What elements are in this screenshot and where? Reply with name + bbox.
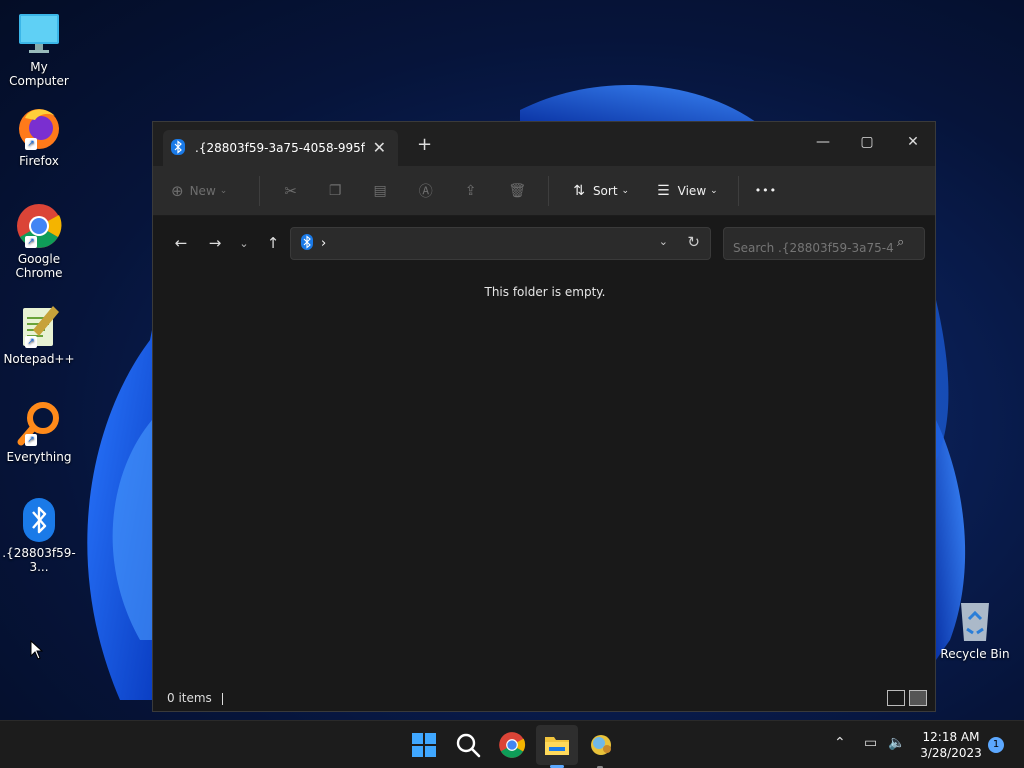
search-button[interactable] — [454, 731, 482, 759]
desktop-icon-bluetooth-folder[interactable]: .{28803f59-3... — [2, 496, 76, 574]
taskbar-file-explorer[interactable] — [543, 731, 571, 759]
cut-button[interactable]: ✂ — [284, 182, 297, 200]
shortcut-arrow-icon: ↗ — [25, 336, 37, 348]
divider — [737, 175, 739, 206]
bluetooth-icon — [301, 234, 313, 253]
shortcut-arrow-icon: ↗ — [25, 138, 37, 150]
desktop-icon-label: Google Chrome — [15, 252, 63, 280]
volume-icon[interactable]: 🔈 — [888, 735, 905, 751]
chrome-icon — [499, 732, 526, 758]
chevron-down-icon: ⌄ — [710, 185, 718, 196]
desktop-icon-everything[interactable]: ↗ Everything — [2, 400, 76, 464]
trash-icon: 🗑 — [508, 182, 527, 199]
status-divider — [221, 692, 223, 705]
shortcut-arrow-icon: ↗ — [25, 236, 37, 248]
desktop-icon-firefox[interactable]: ↗ Firefox — [2, 104, 76, 168]
windows-logo-icon — [412, 733, 436, 757]
bluetooth-icon — [15, 496, 63, 544]
taskbar-chrome[interactable] — [498, 731, 526, 759]
taskbar: ⌃ ▭ 🔈 12:18 AM 3/28/2023 1 — [0, 720, 1024, 768]
minimize-button[interactable]: — — [803, 128, 843, 156]
navigation-row: ← → ⌄ ↑ › ⌄ ↻ ⌕ — [153, 216, 935, 270]
monitor-icon — [15, 10, 63, 58]
copy-button[interactable]: ❐ — [329, 183, 342, 199]
taskbar-app-running[interactable] — [587, 731, 615, 759]
tab-bluetooth-folder[interactable]: .{28803f59-3a75-4058-995f-4 ✕ — [163, 130, 398, 166]
clipboard-icon: ▤ — [373, 182, 387, 199]
plus-circle-icon: ⊕ — [171, 181, 184, 200]
notification-badge[interactable]: 1 — [988, 737, 1004, 753]
view-list-icon: ☰ — [657, 182, 670, 199]
desktop-icon-recycle-bin[interactable]: Recycle Bin — [940, 597, 1010, 661]
maximize-button[interactable]: ▢ — [847, 128, 887, 156]
desktop-icon-notepadpp[interactable]: ↗ Notepad++ — [2, 302, 76, 366]
new-button[interactable]: ⊕ New ⌄ — [171, 182, 227, 200]
rename-button[interactable]: Ⓐ — [419, 181, 433, 201]
magnifier-icon: ↗ — [15, 400, 63, 448]
notepadpp-icon: ↗ — [15, 302, 63, 350]
more-options-button[interactable]: ••• — [755, 184, 777, 197]
status-bar: 0 items — [167, 691, 223, 705]
search-input[interactable] — [723, 227, 925, 260]
firefox-icon: ↗ — [15, 104, 63, 152]
recent-locations-button[interactable]: ⌄ — [235, 237, 253, 250]
clock-time: 12:18 AM — [922, 730, 980, 744]
new-tab-button[interactable]: + — [417, 134, 432, 155]
bluetooth-icon — [171, 138, 185, 158]
divider — [548, 175, 550, 206]
chrome-icon: ↗ — [15, 202, 63, 250]
tab-title: .{28803f59-3a75-4058-995f-4 — [195, 141, 365, 155]
sort-icon: ⇅ — [573, 182, 585, 199]
clock-date: 3/28/2023 — [920, 746, 982, 760]
search-icon: ⌕ — [897, 235, 905, 250]
network-icon[interactable]: ▭ — [864, 735, 877, 751]
recycle-bin-icon — [951, 597, 999, 645]
command-bar: ⊕ New ⌄ ✂ ❐ ▤ Ⓐ ⇪ 🗑 ⇅ Sort ⌄ ☰ View ⌄ ••… — [153, 166, 935, 216]
desktop-icon-label: Firefox — [19, 154, 59, 168]
up-button[interactable]: ↑ — [259, 234, 287, 252]
app-globe-icon — [591, 735, 611, 755]
desktop-icon-label: Everything — [6, 450, 72, 464]
address-bar[interactable]: › ⌄ ↻ — [290, 227, 711, 260]
desktop-icon-label: My Computer — [9, 60, 69, 88]
system-clock[interactable]: 12:18 AM 3/28/2023 — [916, 729, 986, 761]
show-hidden-icons-chevron[interactable]: ⌃ — [834, 735, 846, 751]
close-tab-icon[interactable]: ✕ — [373, 138, 386, 157]
desktop-icon-label: Notepad++ — [3, 352, 75, 366]
divider — [259, 175, 261, 206]
start-button[interactable] — [410, 731, 438, 759]
share-button[interactable]: ⇪ — [465, 183, 477, 199]
rename-icon: Ⓐ — [418, 183, 433, 200]
recycle-bin-label: Recycle Bin — [940, 647, 1010, 661]
mouse-cursor-icon — [30, 639, 44, 663]
search-icon — [456, 733, 481, 758]
view-button[interactable]: ☰ View ⌄ — [657, 183, 718, 199]
chevron-down-icon: ⌄ — [219, 185, 228, 196]
title-bar[interactable]: .{28803f59-3a75-4058-995f-4 ✕ + — ▢ ✕ — [153, 122, 935, 166]
address-dropdown-icon[interactable]: ⌄ — [659, 235, 668, 248]
file-explorer-window: .{28803f59-3a75-4058-995f-4 ✕ + — ▢ ✕ ⊕ … — [152, 121, 936, 712]
copy-icon: ❐ — [328, 182, 342, 199]
folder-icon — [545, 737, 569, 755]
delete-button[interactable]: 🗑 — [508, 183, 526, 199]
item-count: 0 items — [167, 691, 212, 705]
tiles-view-button[interactable] — [909, 690, 927, 706]
desktop-icon-label: .{28803f59-3... — [2, 546, 76, 574]
desktop-icon-my-computer[interactable]: My Computer — [2, 10, 76, 88]
shortcut-arrow-icon: ↗ — [25, 434, 37, 446]
breadcrumb-chevron[interactable]: › — [321, 236, 326, 251]
close-window-button[interactable]: ✕ — [893, 128, 933, 156]
view-toggle — [883, 690, 927, 706]
forward-button[interactable]: → — [201, 234, 229, 252]
empty-folder-message: This folder is empty. — [484, 285, 606, 299]
refresh-icon[interactable]: ↻ — [687, 233, 700, 251]
sort-button[interactable]: ⇅ Sort ⌄ — [573, 183, 629, 199]
share-icon: ⇪ — [464, 182, 477, 199]
paste-button[interactable]: ▤ — [373, 183, 386, 199]
details-view-button[interactable] — [887, 690, 905, 706]
back-button[interactable]: ← — [167, 234, 195, 252]
scissors-icon: ✂ — [284, 181, 297, 200]
chevron-down-icon: ⌄ — [621, 185, 630, 196]
desktop-icon-chrome[interactable]: ↗ Google Chrome — [2, 202, 76, 280]
